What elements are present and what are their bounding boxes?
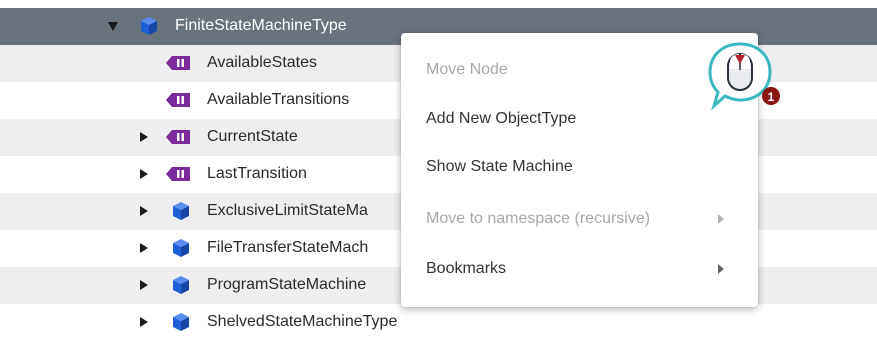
object-type-cube-icon xyxy=(141,17,157,35)
menu-item-label: Move to namespace (recursive) xyxy=(426,210,651,227)
menu-item-bookmarks[interactable]: Bookmarks xyxy=(426,254,746,284)
right-mouse-click-icon: 1 xyxy=(708,42,780,111)
context-menu: Move Node Add New ObjectType Show State … xyxy=(401,33,758,307)
menu-item-label: Move Node xyxy=(426,61,508,78)
menu-item-move-to-namespace[interactable]: Move to namespace (recursive) xyxy=(426,204,746,234)
object-type-cube-icon xyxy=(173,239,189,257)
tree-row-label: ShelvedStateMachineType xyxy=(207,313,398,330)
expand-triangle-icon[interactable] xyxy=(140,206,148,216)
object-type-cube-icon xyxy=(173,202,189,220)
variable-icon xyxy=(166,93,190,107)
variable-icon xyxy=(166,167,190,181)
menu-item-label: Add New ObjectType xyxy=(426,110,577,127)
menu-item-label: Show State Machine xyxy=(426,158,573,175)
tree-row-label: AvailableTransitions xyxy=(207,91,350,108)
variable-icon xyxy=(166,130,190,144)
tree-row-label: LastTransition xyxy=(207,165,307,182)
tree-row-label: CurrentState xyxy=(207,128,298,145)
expand-triangle-icon[interactable] xyxy=(140,243,148,253)
tree-row-label: AvailableStates xyxy=(207,54,317,71)
menu-item-move-node[interactable]: Move Node xyxy=(426,55,746,85)
expand-triangle-icon[interactable] xyxy=(108,22,118,31)
menu-item-show-state-machine[interactable]: Show State Machine xyxy=(426,152,746,182)
submenu-arrow-icon xyxy=(718,264,724,274)
tree-row-label: FileTransferStateMach xyxy=(207,239,369,256)
variable-icon xyxy=(166,56,190,70)
step-number-badge: 1 xyxy=(768,90,775,104)
tree-row-shelved-state-machine-type[interactable]: ShelvedStateMachineType xyxy=(0,304,877,341)
menu-item-add-new-objecttype[interactable]: Add New ObjectType xyxy=(426,104,746,134)
expand-triangle-icon[interactable] xyxy=(140,169,148,179)
submenu-arrow-icon xyxy=(718,214,724,224)
expand-triangle-icon[interactable] xyxy=(140,132,148,142)
expand-triangle-icon[interactable] xyxy=(140,280,148,290)
object-type-cube-icon xyxy=(173,313,189,331)
tree-row-label: ProgramStateMachine xyxy=(207,276,367,293)
tree-row-label: FiniteStateMachineType xyxy=(175,17,347,34)
expand-triangle-icon[interactable] xyxy=(140,317,148,327)
object-type-cube-icon xyxy=(173,276,189,294)
menu-item-label: Bookmarks xyxy=(426,260,507,277)
tree-row-label: ExclusiveLimitStateMa xyxy=(207,202,368,219)
